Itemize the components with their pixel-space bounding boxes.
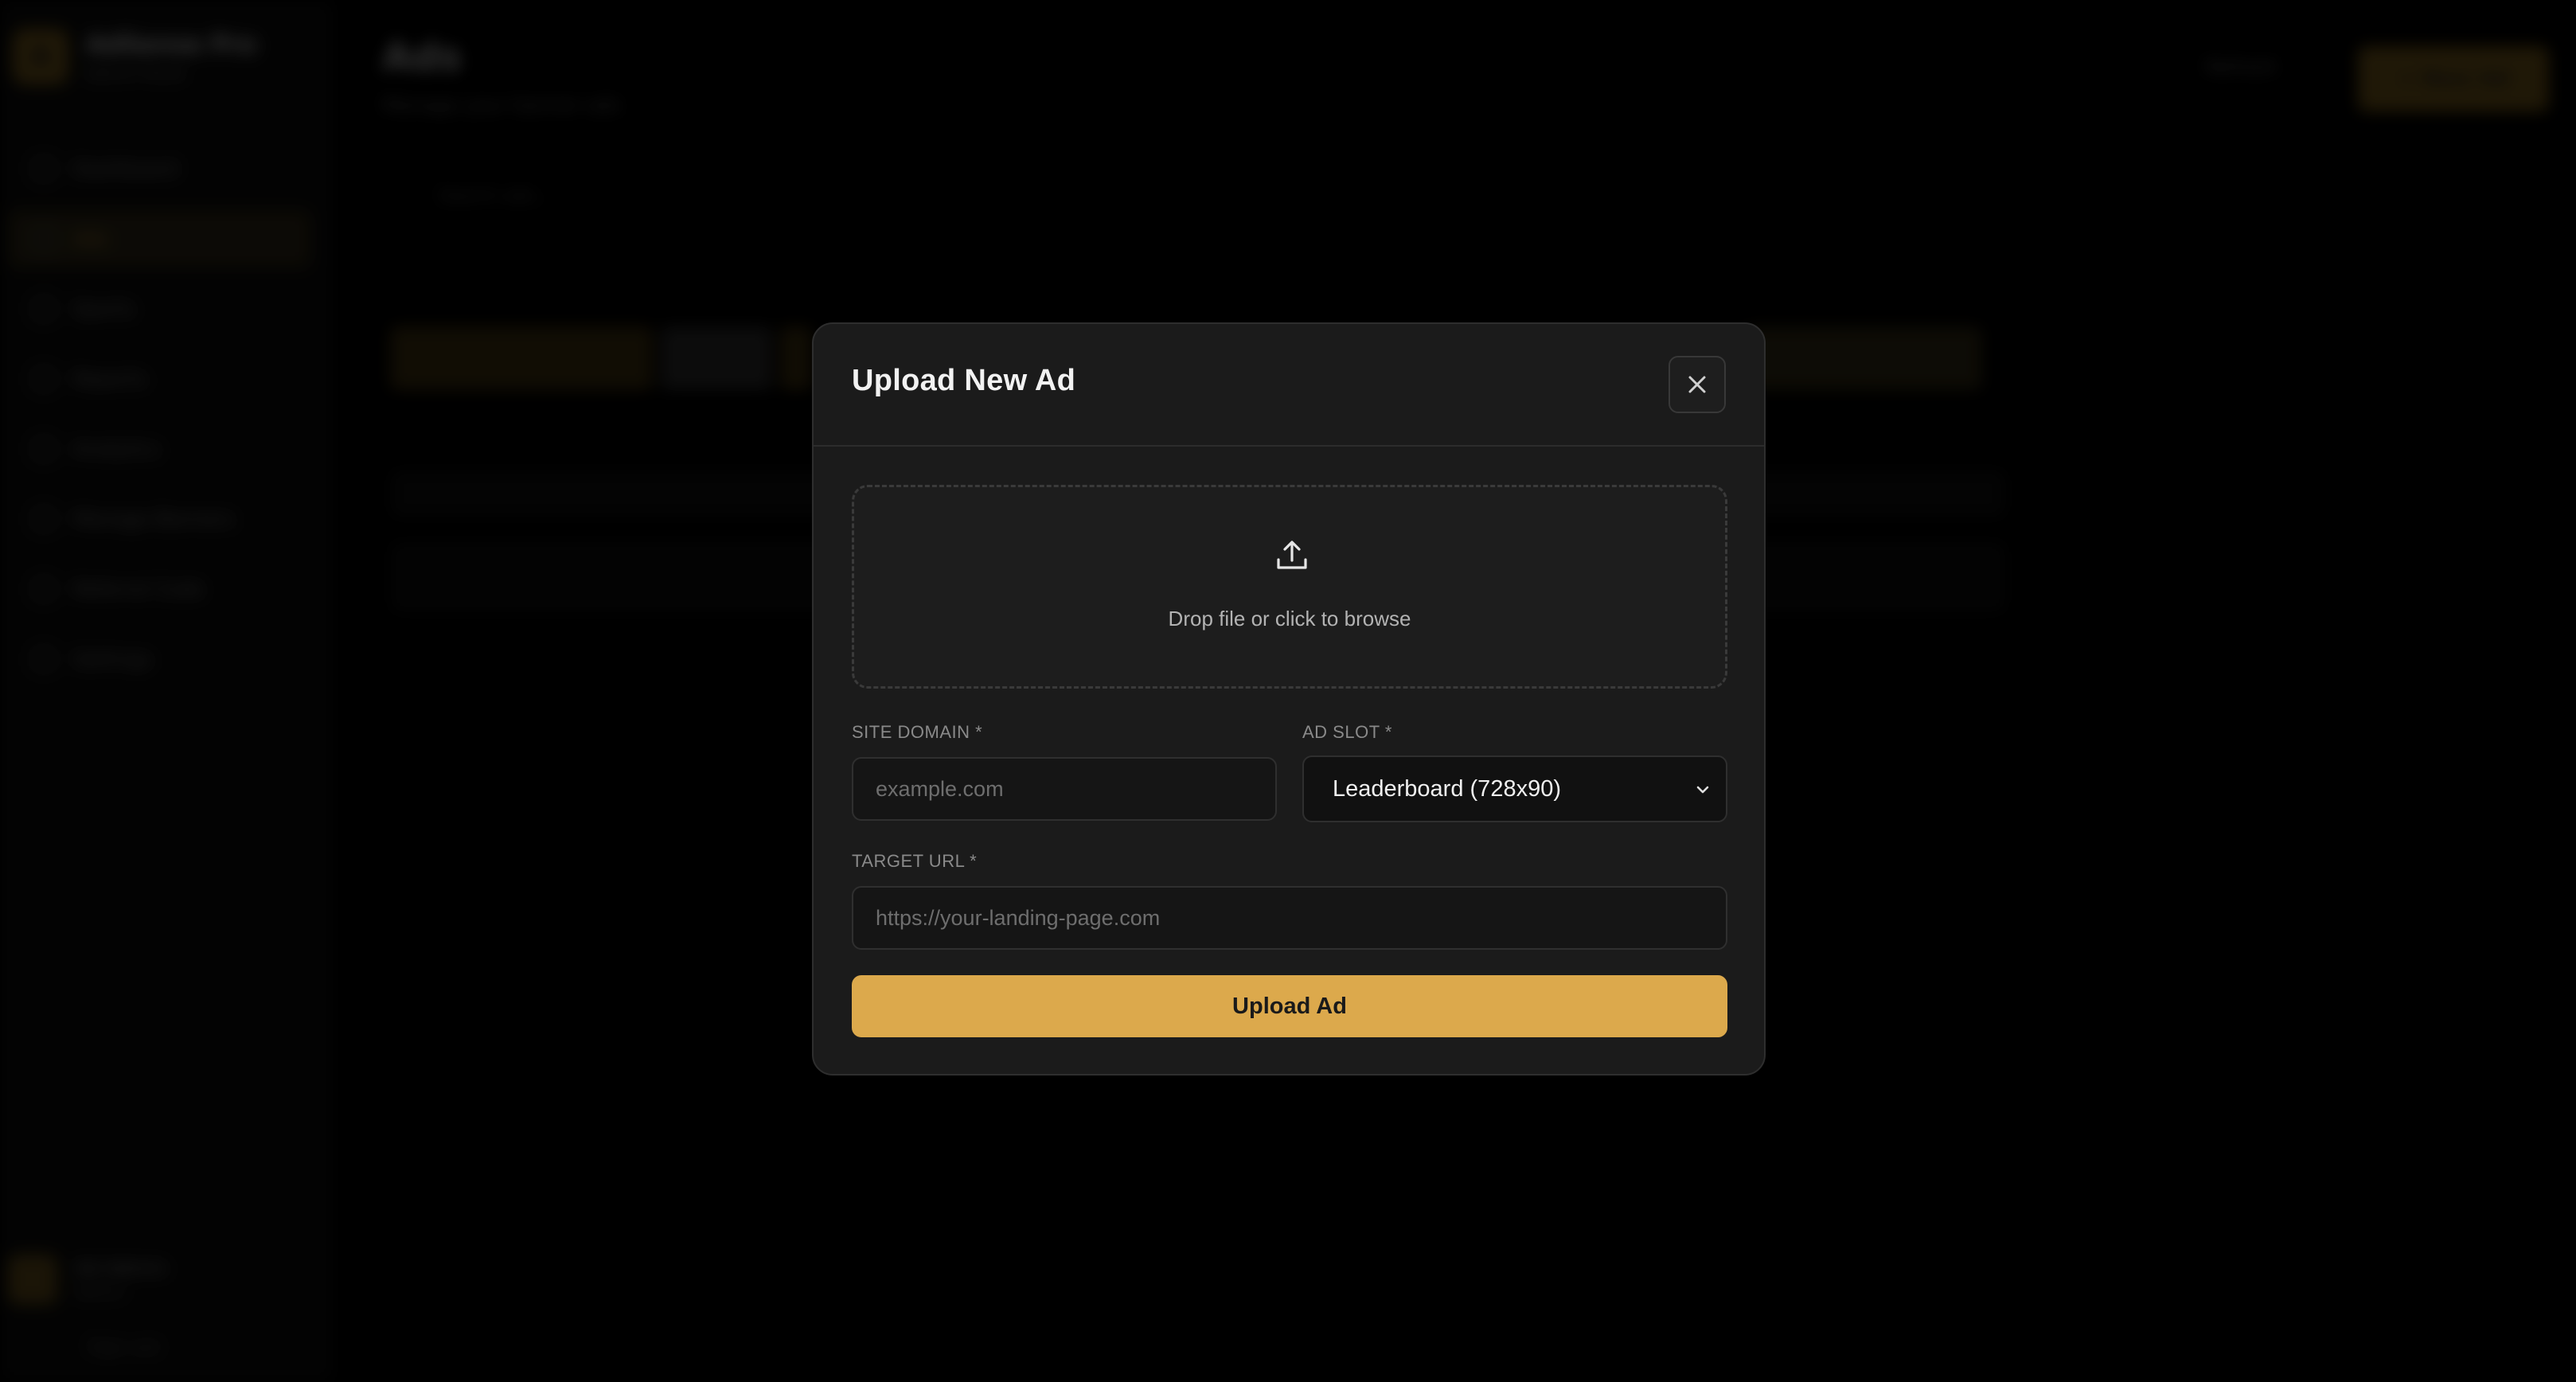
close-button[interactable] (1669, 356, 1726, 413)
upload-icon (1277, 541, 1307, 569)
file-dropzone[interactable]: Drop file or click to browse (852, 485, 1727, 689)
target-url-label: TARGET URL * (852, 851, 978, 871)
upload-ad-button[interactable]: Upload Ad (852, 975, 1727, 1037)
close-icon (1688, 376, 1706, 393)
dropzone-text: Drop file or click to browse (1168, 607, 1411, 630)
modal-title: Upload New Ad (852, 364, 1076, 397)
ad-slot-select[interactable]: Leaderboard (728x90) (1302, 755, 1727, 822)
chevron-down-icon (1696, 786, 1709, 794)
target-url-field[interactable] (852, 886, 1727, 950)
ad-slot-label: AD SLOT * (1302, 722, 1392, 742)
site-domain-label: SITE DOMAIN * (852, 722, 983, 742)
ad-slot-selected-value: Leaderboard (728x90) (1333, 775, 1561, 802)
modal-header: Upload New Ad (814, 324, 1764, 447)
site-domain-field[interactable] (852, 757, 1277, 821)
upload-ad-modal: Upload New Ad Drop file or click to brow… (812, 322, 1766, 1076)
